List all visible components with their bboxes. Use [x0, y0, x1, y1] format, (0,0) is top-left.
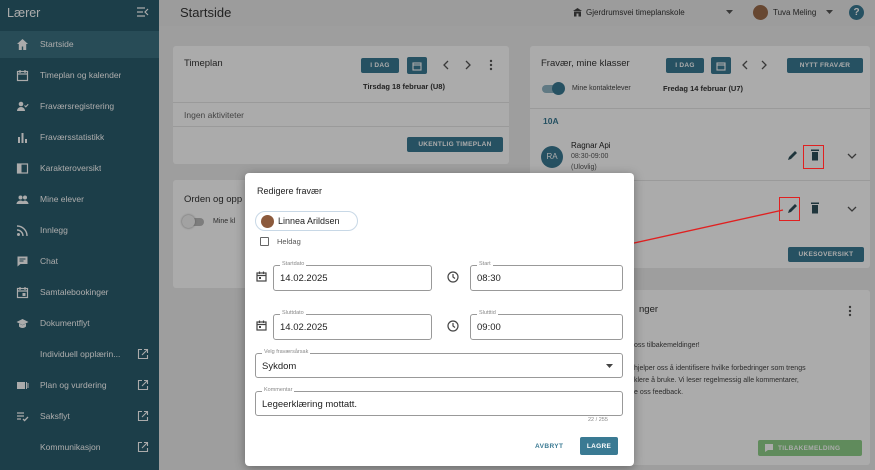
allday-label: Heldag — [277, 237, 301, 246]
end-date-field[interactable]: Sluttdato 14.02.2025 — [273, 310, 432, 340]
dialog-title: Redigere fravær — [257, 186, 323, 196]
student-name: Linnea Arildsen — [278, 216, 340, 226]
student-chip: Linnea Arildsen — [255, 211, 358, 231]
field-label: Kommentar — [262, 387, 295, 393]
highlight-box — [803, 145, 824, 169]
field-label: Start — [477, 261, 493, 267]
field-label: Slutttid — [477, 310, 498, 316]
field-label: Startdato — [280, 261, 307, 267]
start-time-field[interactable]: Start 08:30 — [470, 261, 623, 291]
comment-field[interactable]: Kommentar Legeerklæring mottatt. — [255, 387, 623, 416]
save-button[interactable]: LAGRE — [580, 437, 618, 455]
end-time-field[interactable]: Slutttid 09:00 — [470, 310, 623, 340]
absence-reason-select[interactable]: Velg fraværsårsak Sykdom — [255, 349, 623, 378]
field-value: Sykdom — [262, 361, 297, 372]
field-value: 14.02.2025 — [280, 273, 328, 284]
field-value: 08:30 — [477, 273, 501, 284]
clock-icon — [447, 320, 459, 332]
character-counter: 22 / 255 — [588, 417, 608, 423]
calendar-icon — [256, 271, 267, 282]
field-label: Sluttdato — [280, 310, 306, 316]
calendar-icon — [256, 320, 267, 331]
cancel-button[interactable]: AVBRYT — [535, 443, 563, 450]
field-value: 14.02.2025 — [280, 322, 328, 333]
allday-checkbox[interactable] — [260, 237, 269, 246]
field-value: 09:00 — [477, 322, 501, 333]
start-date-field[interactable]: Startdato 14.02.2025 — [273, 261, 432, 291]
field-value: Legeerklæring mottatt. — [262, 399, 358, 410]
field-label: Velg fraværsårsak — [262, 349, 311, 355]
edit-absence-dialog: Redigere fravær Linnea Arildsen Heldag S… — [245, 173, 634, 466]
clock-icon — [447, 271, 459, 283]
avatar — [261, 215, 274, 228]
dropdown-arrow-icon — [606, 364, 613, 368]
